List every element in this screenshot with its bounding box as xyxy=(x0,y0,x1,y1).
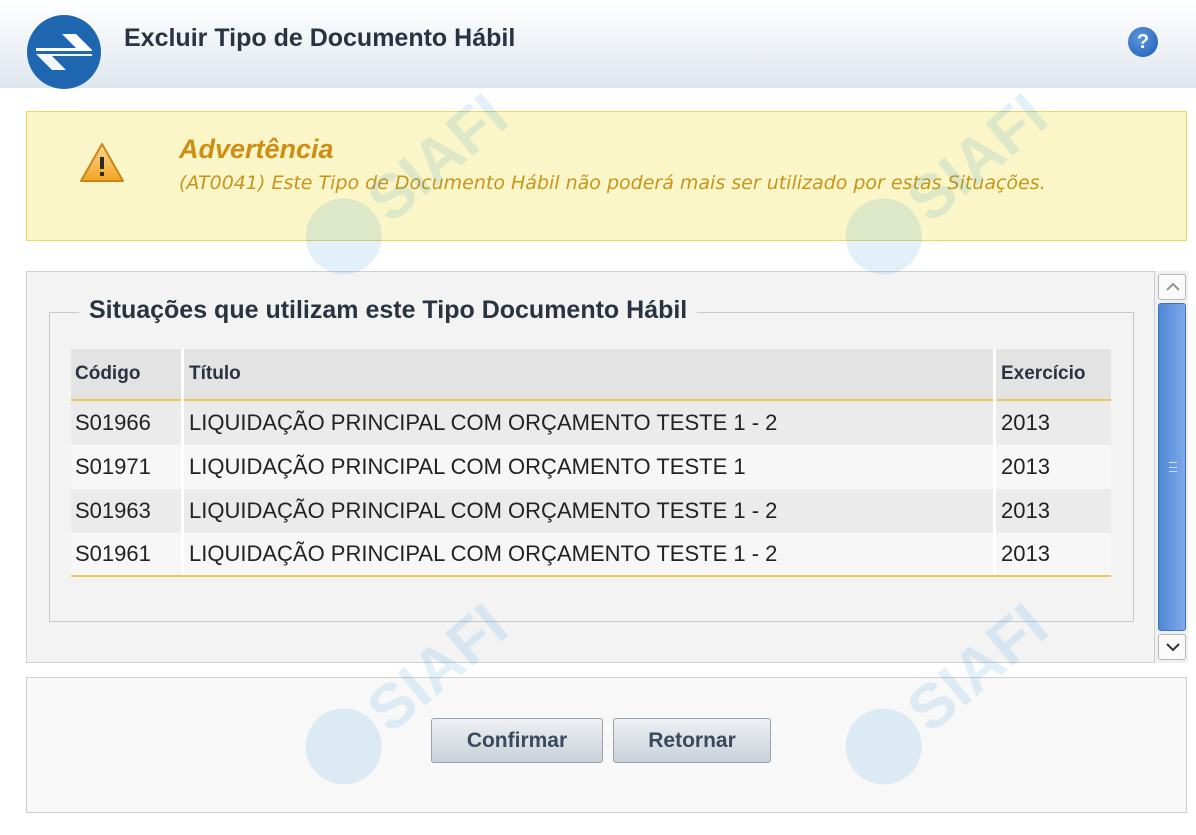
cell-exercicio: 2013 xyxy=(1001,498,1050,523)
situations-panel: Situações que utilizam este Tipo Documen… xyxy=(26,271,1187,663)
column-divider xyxy=(993,489,996,533)
vertical-scrollbar[interactable] xyxy=(1154,271,1188,663)
cell-codigo: S01961 xyxy=(75,541,151,566)
warning-title: Advertência xyxy=(179,134,334,164)
column-header-exercicio[interactable]: Exercício xyxy=(997,349,1111,401)
cell-exercicio: 2013 xyxy=(1001,454,1050,479)
cell-titulo: LIQUIDAÇÃO PRINCIPAL COM ORÇAMENTO TESTE… xyxy=(189,410,778,435)
warning-box: Advertência (AT0041) Este Tipo de Docume… xyxy=(26,111,1187,241)
warning-message: (AT0041) Este Tipo de Documento Hábil nã… xyxy=(179,172,1046,194)
cell-codigo: S01966 xyxy=(75,410,151,435)
confirm-button[interactable]: Confirmar xyxy=(431,718,603,763)
column-divider xyxy=(181,445,184,489)
table-row[interactable]: S01966 LIQUIDAÇÃO PRINCIPAL COM ORÇAMENT… xyxy=(71,401,1111,445)
cell-titulo: LIQUIDAÇÃO PRINCIPAL COM ORÇAMENTO TESTE… xyxy=(189,454,746,479)
siafi-logo-icon xyxy=(27,15,101,89)
table-row[interactable]: S01963 LIQUIDAÇÃO PRINCIPAL COM ORÇAMENT… xyxy=(71,489,1111,533)
return-button[interactable]: Retornar xyxy=(613,718,771,763)
column-divider xyxy=(993,533,996,575)
scroll-thumb[interactable] xyxy=(1158,303,1186,631)
column-divider xyxy=(993,401,996,445)
column-divider xyxy=(181,349,184,401)
page-title: Excluir Tipo de Documento Hábil xyxy=(124,24,516,52)
chevron-up-icon xyxy=(1166,282,1180,291)
help-icon[interactable]: ? xyxy=(1128,27,1158,57)
cell-titulo: LIQUIDAÇÃO PRINCIPAL COM ORÇAMENTO TESTE… xyxy=(189,541,778,566)
cell-codigo: S01963 xyxy=(75,498,151,523)
scroll-down-button[interactable] xyxy=(1158,634,1186,660)
chevron-down-icon xyxy=(1166,643,1180,652)
cell-titulo: LIQUIDAÇÃO PRINCIPAL COM ORÇAMENTO TESTE… xyxy=(189,498,778,523)
column-divider xyxy=(181,533,184,575)
grip-icon xyxy=(1169,462,1177,472)
scroll-up-button[interactable] xyxy=(1158,274,1186,300)
situations-legend: Situações que utilizam este Tipo Documen… xyxy=(79,296,698,325)
warning-icon xyxy=(80,143,124,182)
table-row[interactable]: S01961 LIQUIDAÇÃO PRINCIPAL COM ORÇAMENT… xyxy=(71,533,1111,577)
column-header-codigo[interactable]: Código xyxy=(71,349,181,401)
column-divider xyxy=(181,401,184,445)
cell-exercicio: 2013 xyxy=(1001,541,1050,566)
column-divider xyxy=(181,489,184,533)
column-divider xyxy=(993,349,996,401)
column-divider xyxy=(993,445,996,489)
situations-table: Código Título Exercício S01966 LIQUIDAÇÃ… xyxy=(71,349,1111,577)
table-header: Código Título Exercício xyxy=(71,349,1111,401)
cell-codigo: S01971 xyxy=(75,454,151,479)
cell-exercicio: 2013 xyxy=(1001,410,1050,435)
table-row[interactable]: S01971 LIQUIDAÇÃO PRINCIPAL COM ORÇAMENT… xyxy=(71,445,1111,489)
column-header-titulo[interactable]: Título xyxy=(183,349,993,401)
title-bar: Excluir Tipo de Documento Hábil ? xyxy=(0,0,1196,89)
button-bar: Confirmar Retornar xyxy=(26,677,1187,813)
